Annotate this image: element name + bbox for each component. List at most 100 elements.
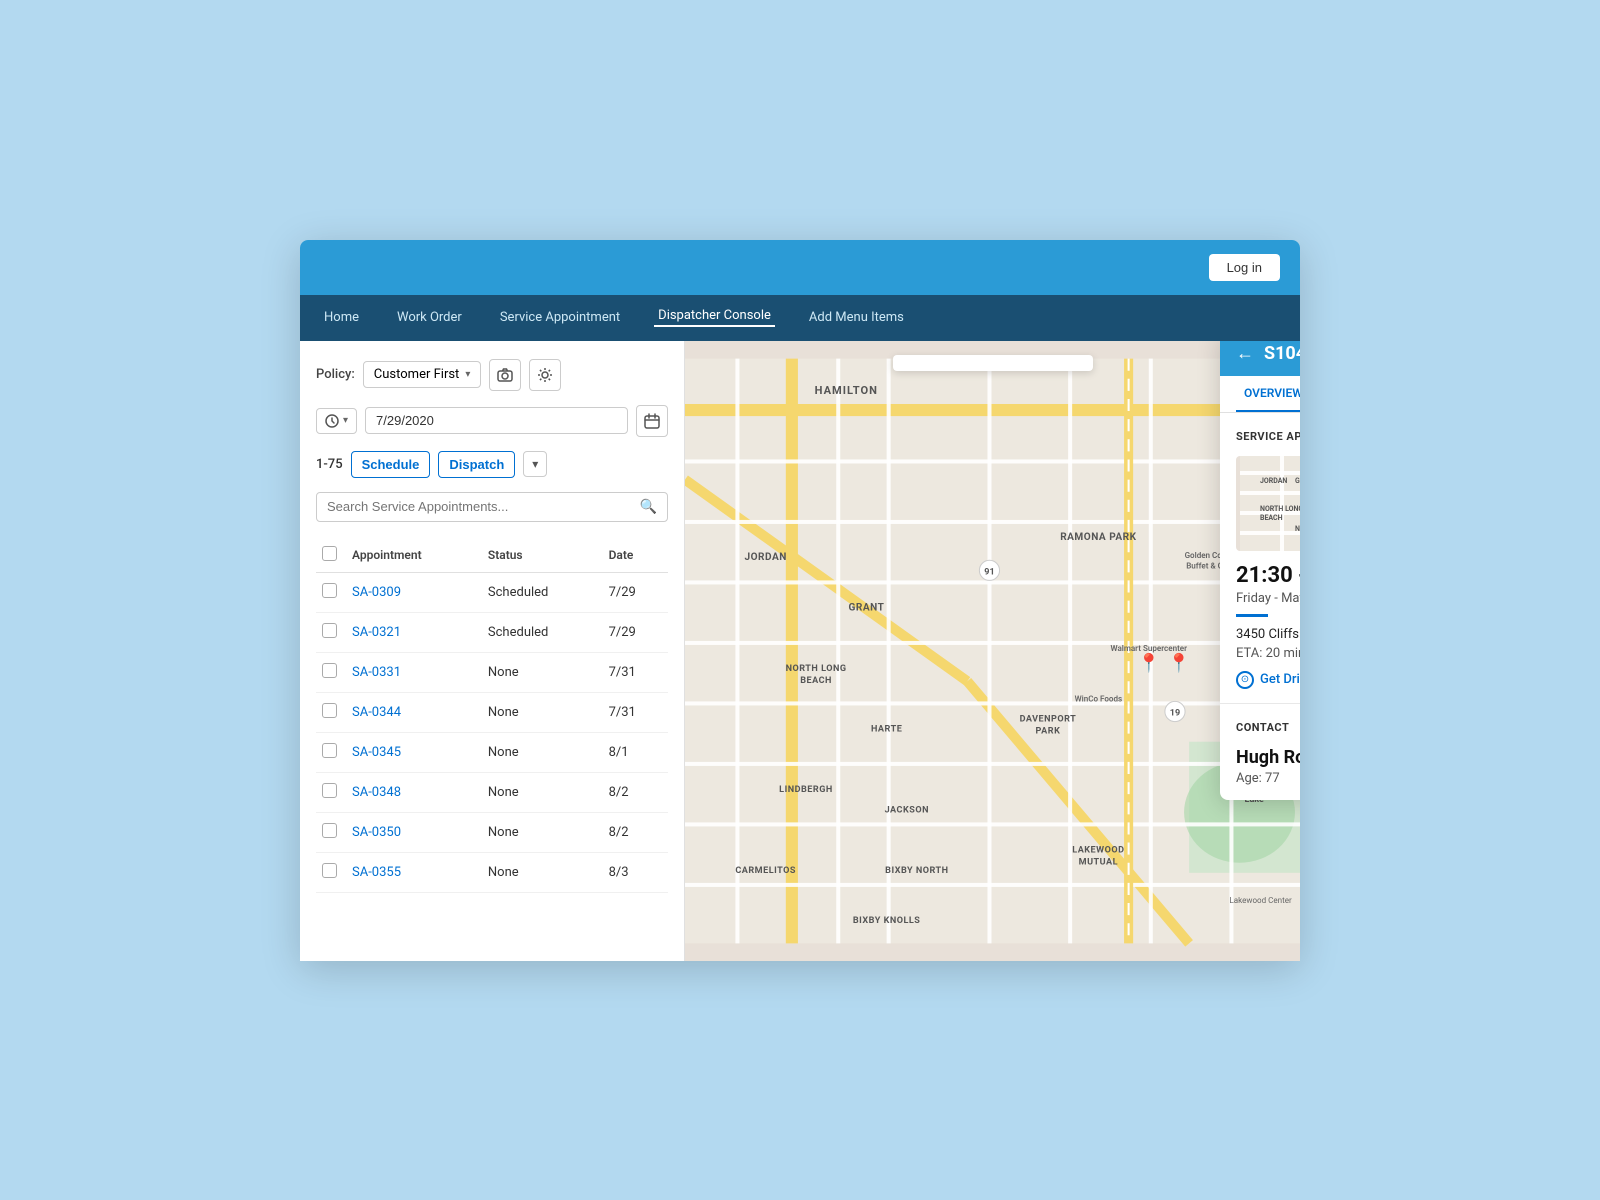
date-input[interactable]: [365, 407, 628, 434]
select-all-checkbox[interactable]: [322, 546, 337, 561]
table-row[interactable]: SA-0350 None 8/2: [316, 812, 668, 852]
svg-text:NORTH LONG: NORTH LONG: [786, 664, 847, 674]
range-badge: 1-75: [316, 457, 343, 472]
svg-text:📍: 📍: [1137, 652, 1160, 674]
col-date: Date: [603, 538, 668, 573]
svg-text:LINDBERGH: LINDBERGH: [779, 785, 833, 795]
svg-text:MUTUAL: MUTUAL: [1079, 857, 1118, 867]
contact-title: CONTACT: [1236, 721, 1289, 734]
nav-dispatcher-console[interactable]: Dispatcher Console: [654, 308, 775, 327]
svg-text:GRANT: GRANT: [849, 602, 885, 613]
row-checkbox[interactable]: [322, 623, 337, 638]
map-search-box[interactable]: [893, 355, 1093, 371]
appointment-id[interactable]: SA-0309: [346, 572, 482, 612]
svg-text:19: 19: [1170, 708, 1180, 718]
row-checkbox[interactable]: [322, 743, 337, 758]
nav-bar: Home Work Order Service Appointment Disp…: [300, 295, 1300, 341]
dispatch-button[interactable]: Dispatch: [438, 451, 515, 478]
appointment-time: 21:30 - 22:30: [1236, 563, 1300, 588]
row-checkbox[interactable]: [322, 703, 337, 718]
actions-row: 1-75 Schedule Dispatch ▾: [316, 451, 668, 478]
row-checkbox[interactable]: [322, 663, 337, 678]
nav-service-appointment[interactable]: Service Appointment: [496, 310, 624, 325]
nav-home[interactable]: Home: [320, 310, 363, 325]
appointment-status: None: [482, 652, 603, 692]
browser-window: Log in Home Work Order Service Appointme…: [300, 240, 1300, 961]
appointment-status: Scheduled: [482, 572, 603, 612]
section-header: SERVICE APPOINTMENT ⋮: [1236, 427, 1300, 446]
appointments-table: Appointment Status Date SA-0309 Schedule…: [316, 538, 668, 893]
driving-instructions-link[interactable]: ⊙ Get Driving Instructions: [1236, 671, 1300, 689]
browser-top-bar: Log in: [300, 240, 1300, 295]
settings-icon-button[interactable]: [529, 359, 561, 391]
svg-text:📍: 📍: [1168, 652, 1191, 674]
table-row[interactable]: SA-0355 None 8/3: [316, 852, 668, 892]
detail-card-header: ← S10432: [1220, 341, 1300, 376]
contact-age: Age: 77: [1236, 771, 1300, 786]
contact-name: Hugh Roberts: [1236, 747, 1300, 768]
blue-divider: [1236, 614, 1268, 617]
svg-text:JORDAN: JORDAN: [1260, 477, 1287, 485]
appointment-status: None: [482, 732, 603, 772]
map-background: HAMILTON RAMONA PARK JORDAN GRANT NORTH …: [685, 341, 1300, 961]
row-checkbox[interactable]: [322, 783, 337, 798]
svg-text:HARTE: HARTE: [871, 724, 902, 734]
policy-row: Policy: Customer First ▾: [316, 359, 668, 391]
table-row[interactable]: SA-0348 None 8/2: [316, 772, 668, 812]
detail-card: ← S10432 OVERVIEW DETAILS RELATED FEED S…: [1220, 341, 1300, 800]
svg-text:BEACH: BEACH: [1260, 514, 1283, 522]
table-row[interactable]: SA-0331 None 7/31: [316, 652, 668, 692]
clock-button[interactable]: ▾: [316, 408, 357, 434]
appointment-id[interactable]: SA-0348: [346, 772, 482, 812]
appointment-id[interactable]: SA-0345: [346, 732, 482, 772]
policy-dropdown[interactable]: Customer First ▾: [363, 361, 482, 388]
appointment-date: 8/1: [603, 732, 668, 772]
service-appointment-title: SERVICE APPOINTMENT: [1236, 430, 1300, 443]
back-arrow-icon[interactable]: ←: [1236, 343, 1254, 364]
calendar-icon-button[interactable]: [636, 405, 668, 437]
svg-text:GRANT: GRANT: [1295, 477, 1300, 485]
appointment-date: 7/31: [603, 692, 668, 732]
col-appointment: Appointment: [346, 538, 482, 573]
row-checkbox[interactable]: [322, 823, 337, 838]
search-input[interactable]: [327, 499, 640, 514]
nav-add-menu-items[interactable]: Add Menu Items: [805, 310, 908, 325]
svg-text:JORDAN: JORDAN: [744, 552, 786, 563]
appointment-id[interactable]: SA-0355: [346, 852, 482, 892]
detail-tabs: OVERVIEW DETAILS RELATED FEED: [1220, 376, 1300, 413]
svg-text:BIXBY NORTH: BIXBY NORTH: [885, 865, 948, 875]
login-button[interactable]: Log in: [1209, 254, 1280, 281]
search-row[interactable]: 🔍: [316, 492, 668, 522]
map-thumbnail: JORDAN GRANT NORTH LONG BEACH HARTE DAVE…: [1236, 456, 1300, 551]
table-row[interactable]: SA-0321 Scheduled 7/29: [316, 612, 668, 652]
actions-dropdown-button[interactable]: ▾: [523, 451, 547, 477]
table-row[interactable]: SA-0344 None 7/31: [316, 692, 668, 732]
appointment-date: 8/2: [603, 812, 668, 852]
appointment-id[interactable]: SA-0350: [346, 812, 482, 852]
svg-text:JACKSON: JACKSON: [885, 805, 929, 815]
svg-text:Lakewood Center: Lakewood Center: [1229, 896, 1292, 905]
appointment-id[interactable]: SA-0344: [346, 692, 482, 732]
tab-overview[interactable]: OVERVIEW: [1236, 376, 1300, 412]
schedule-button[interactable]: Schedule: [351, 451, 431, 478]
appointment-id[interactable]: SA-0321: [346, 612, 482, 652]
svg-text:HAMILTON: HAMILTON: [815, 383, 878, 396]
nav-work-order[interactable]: Work Order: [393, 310, 466, 325]
chevron-down-icon: ▾: [465, 369, 470, 380]
policy-label: Policy:: [316, 367, 355, 382]
date-row: ▾: [316, 405, 668, 437]
appointment-status: Scheduled: [482, 612, 603, 652]
appointment-id[interactable]: SA-0331: [346, 652, 482, 692]
svg-text:BIXBY KNOLLS: BIXBY KNOLLS: [853, 916, 921, 926]
appointment-eta: ETA: 20 min: [1236, 646, 1300, 661]
table-row[interactable]: SA-0309 Scheduled 7/29: [316, 572, 668, 612]
appointment-date: 8/3: [603, 852, 668, 892]
row-checkbox[interactable]: [322, 583, 337, 598]
appointment-date: 8/2: [603, 772, 668, 812]
row-checkbox[interactable]: [322, 863, 337, 878]
svg-text:Walmart Supercenter: Walmart Supercenter: [1111, 644, 1188, 653]
table-row[interactable]: SA-0345 None 8/1: [316, 732, 668, 772]
camera-icon-button[interactable]: [489, 359, 521, 391]
col-status: Status: [482, 538, 603, 573]
svg-text:91: 91: [984, 567, 994, 577]
